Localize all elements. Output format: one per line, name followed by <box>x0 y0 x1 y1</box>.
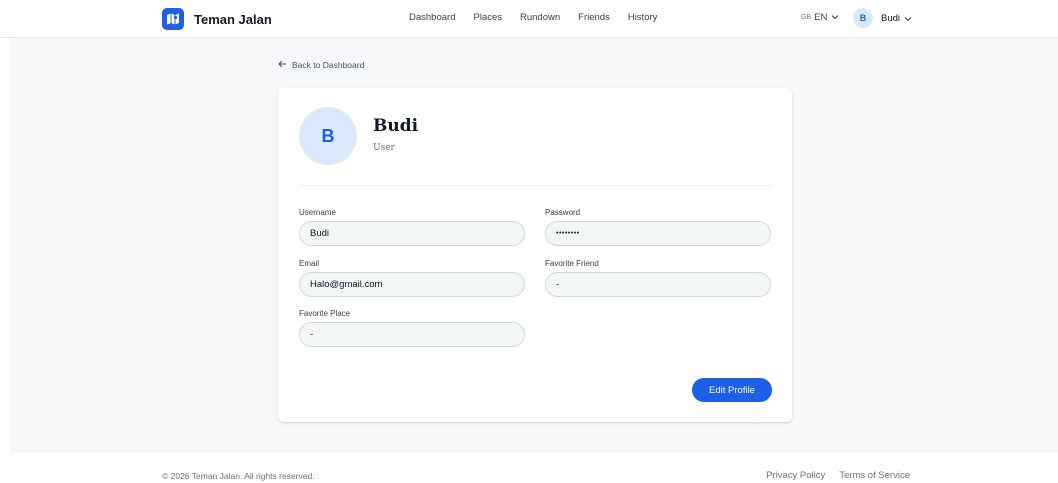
username-label: Username <box>299 208 336 217</box>
nav-rundown[interactable]: Rundown <box>520 12 560 23</box>
top-navbar: Teman Jalan Dashboard Places Rundown Fri… <box>0 0 1058 38</box>
profile-role: User <box>373 143 395 153</box>
terms-of-service-link[interactable]: Terms of Service <box>839 470 910 481</box>
nav-places[interactable]: Places <box>473 12 502 23</box>
username-field-group: Username Budi <box>299 208 525 246</box>
footer-links: Privacy Policy Terms of Service <box>752 470 910 481</box>
user-menu-name: Budi <box>881 12 901 24</box>
chevron-down-icon <box>904 9 912 27</box>
favorite-friend-field-group: Favorite Friend - <box>545 259 771 297</box>
profile-avatar: B <box>299 107 357 165</box>
favorite-friend-label: Favorite Friend <box>545 259 599 268</box>
nav-friends[interactable]: Friends <box>578 12 610 23</box>
language-selector[interactable]: GB EN <box>801 12 839 23</box>
avatar: B <box>853 8 873 28</box>
favorite-place-label: Favorite Place <box>299 309 351 318</box>
email-label: Email <box>299 259 320 268</box>
back-to-dashboard-link[interactable]: Back to Dashboard <box>278 60 364 70</box>
user-menu[interactable]: B Budi <box>853 8 912 28</box>
main-content: Back to Dashboard B Budi User Username B… <box>10 38 1058 453</box>
password-label: Password <box>545 208 581 217</box>
favorite-place-field[interactable]: - <box>299 322 525 347</box>
profile-name: Budi <box>373 116 419 136</box>
nav-dashboard[interactable]: Dashboard <box>409 12 455 23</box>
arrow-left-icon <box>278 60 287 70</box>
flag-icon: GB <box>801 14 812 21</box>
favorite-friend-field[interactable]: - <box>545 272 771 297</box>
copyright: © 2026 Teman Jalan. All rights reserved. <box>162 471 315 481</box>
chevron-down-icon <box>831 12 839 23</box>
password-field-group: Password •••••••• <box>545 208 771 246</box>
app-name: Teman Jalan <box>194 11 272 27</box>
username-field[interactable]: Budi <box>299 221 525 246</box>
email-field[interactable]: Halo@gmail.com <box>299 272 525 297</box>
nav-history[interactable]: History <box>628 12 658 23</box>
map-icon <box>162 8 184 30</box>
back-link-label: Back to Dashboard <box>292 60 365 70</box>
favorite-place-field-group: Favorite Place - <box>299 309 525 347</box>
password-field[interactable]: •••••••• <box>545 221 771 246</box>
privacy-policy-link[interactable]: Privacy Policy <box>766 470 825 481</box>
brand[interactable]: Teman Jalan <box>162 8 272 30</box>
divider <box>299 185 771 186</box>
email-field-group: Email Halo@gmail.com <box>299 259 525 297</box>
edit-profile-button[interactable]: Edit Profile <box>692 378 772 402</box>
language-code: EN <box>814 12 828 23</box>
footer: © 2026 Teman Jalan. All rights reserved.… <box>0 453 1058 483</box>
profile-card: B Budi User Username Budi Password •••••… <box>278 88 792 422</box>
main-nav: Dashboard Places Rundown Friends History <box>409 12 675 23</box>
